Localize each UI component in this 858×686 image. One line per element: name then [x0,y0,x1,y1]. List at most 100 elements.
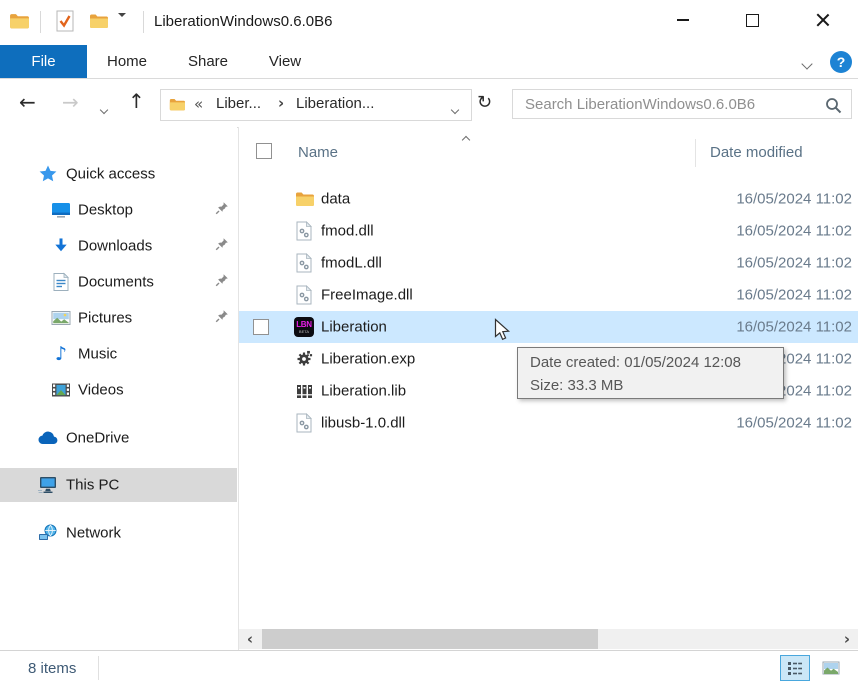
sidebar-item-quick-access[interactable]: Quick access [0,157,237,191]
file-name: Liberation [321,319,387,336]
file-date: 16/05/2024 11:02 [736,191,852,208]
scrollbar-thumb[interactable] [262,629,598,649]
close-button[interactable] [800,0,846,40]
up-icon[interactable]: ↑ [128,91,145,111]
sidebar-item-onedrive[interactable]: OneDrive [0,421,237,455]
column-header-row: Name Date modified [239,127,858,169]
tab-view-label: View [269,53,301,70]
address-dropdown-icon[interactable] [452,100,458,117]
sidebar-item-downloads[interactable]: Downloads [0,229,237,263]
downloads-icon [49,238,73,255]
sidebar-item-label: OneDrive [66,430,129,447]
file-row-fmodl-dll[interactable]: fmodL.dll 16/05/2024 11:02 [239,247,858,279]
lbn-icon-subtext: BETA [299,329,309,334]
sidebar-item-label: This PC [66,477,119,494]
items-count: 8 items [28,660,76,677]
file-row-libusb-dll[interactable]: libusb-1.0.dll 16/05/2024 11:02 [239,407,858,439]
refresh-icon[interactable]: ↻ [477,93,492,113]
file-name: FreeImage.dll [321,287,413,304]
tab-home[interactable]: Home [99,45,155,78]
recent-locations-icon[interactable] [101,100,107,117]
navigation-bar: ← → ↑ « Liber... › Liberation... ↻ [0,79,858,128]
this-pc-icon [36,476,60,494]
thumbnails-view-button[interactable] [816,655,846,681]
help-label: ? [837,54,846,70]
lbn-icon-text: LBN [296,321,312,329]
dll-file-icon [293,413,315,433]
sidebar-item-network[interactable]: Network [0,516,237,550]
file-row-liberation[interactable]: LBNBETA Liberation 16/05/2024 11:02 [239,311,858,343]
titlebar-separator [40,11,41,33]
sidebar-item-desktop[interactable]: Desktop [0,193,237,227]
breadcrumb-crumb-parent[interactable]: Liber... [216,95,261,112]
qat-properties-icon[interactable] [56,10,74,32]
horizontal-scrollbar[interactable]: ‹ › [239,629,858,649]
file-row-data[interactable]: data 16/05/2024 11:02 [239,183,858,215]
help-button[interactable]: ? [830,51,852,73]
pin-icon [215,237,229,255]
tab-file[interactable]: File [0,45,87,78]
breadcrumb-crumb-current[interactable]: Liberation... [296,95,374,112]
minimize-button[interactable] [660,0,706,40]
app-folder-icon [9,13,29,29]
tab-share-label: Share [188,53,228,70]
mouse-cursor [494,318,511,346]
library-file-icon [293,383,315,399]
file-info-tooltip: Date created: 01/05/2024 12:08 Size: 33.… [517,347,784,399]
sidebar-item-videos[interactable]: Videos [0,373,237,407]
close-icon [816,13,830,27]
thumbnails-view-icon [822,661,840,675]
dll-file-icon [293,253,315,273]
file-date: 16/05/2024 11:02 [736,319,852,336]
file-row-fmod-dll[interactable]: fmod.dll 16/05/2024 11:02 [239,215,858,247]
file-date: 16/05/2024 11:02 [736,223,852,240]
navigation-pane: Quick access Desktop Downloads Documents… [0,127,237,650]
qat-customize-icon[interactable] [118,17,128,34]
sidebar-item-music[interactable]: ♪ Music [0,337,237,371]
file-row-freeimage-dll[interactable]: FreeImage.dll 16/05/2024 11:02 [239,279,858,311]
search-input[interactable] [513,90,851,118]
select-all-checkbox[interactable] [256,143,272,159]
file-name: libusb-1.0.dll [321,415,405,432]
sidebar-item-label: Desktop [78,202,133,219]
maximize-button[interactable] [729,0,775,40]
column-header-date-modified[interactable]: Date modified [710,144,803,161]
qat-new-folder-icon[interactable] [89,13,108,29]
sidebar-item-label: Pictures [78,310,132,327]
scroll-right-icon[interactable]: › [838,629,856,649]
address-bar[interactable]: « Liber... › Liberation... [160,89,472,121]
status-bar: 8 items [0,650,858,686]
scroll-left-icon[interactable]: ‹ [241,629,259,649]
details-view-icon [787,661,803,676]
row-checkbox[interactable] [253,319,269,335]
sidebar-item-documents[interactable]: Documents [0,265,237,299]
tooltip-size: Size: 33.3 MB [530,374,771,397]
documents-icon [49,273,73,292]
network-icon [36,524,60,542]
file-date: 16/05/2024 11:02 [736,415,852,432]
file-name: fmodL.dll [321,255,382,272]
sidebar-item-this-pc[interactable]: This PC [0,468,237,502]
tab-view[interactable]: View [257,45,313,78]
column-header-name[interactable]: Name [298,144,338,161]
forward-icon[interactable]: → [62,92,79,112]
ribbon-collapse-icon[interactable] [803,55,811,72]
pin-icon [215,273,229,291]
sidebar-item-pictures[interactable]: Pictures [0,301,237,335]
exports-file-icon [293,350,315,368]
file-name: Liberation.lib [321,383,406,400]
column-divider[interactable] [695,139,696,167]
window-title: LiberationWindows0.6.0B6 [154,13,332,30]
tab-share[interactable]: Share [179,45,237,78]
sidebar-item-label: Downloads [78,238,152,255]
breadcrumb-overflow[interactable]: « [194,95,203,113]
pin-icon [215,201,229,219]
sidebar-item-label: Quick access [66,166,155,183]
back-icon[interactable]: ← [19,92,36,112]
dll-file-icon [293,285,315,305]
search-box [512,89,852,119]
dll-file-icon [293,221,315,241]
details-view-button[interactable] [780,655,810,681]
file-date: 16/05/2024 11:02 [736,287,852,304]
search-icon[interactable] [825,97,842,118]
